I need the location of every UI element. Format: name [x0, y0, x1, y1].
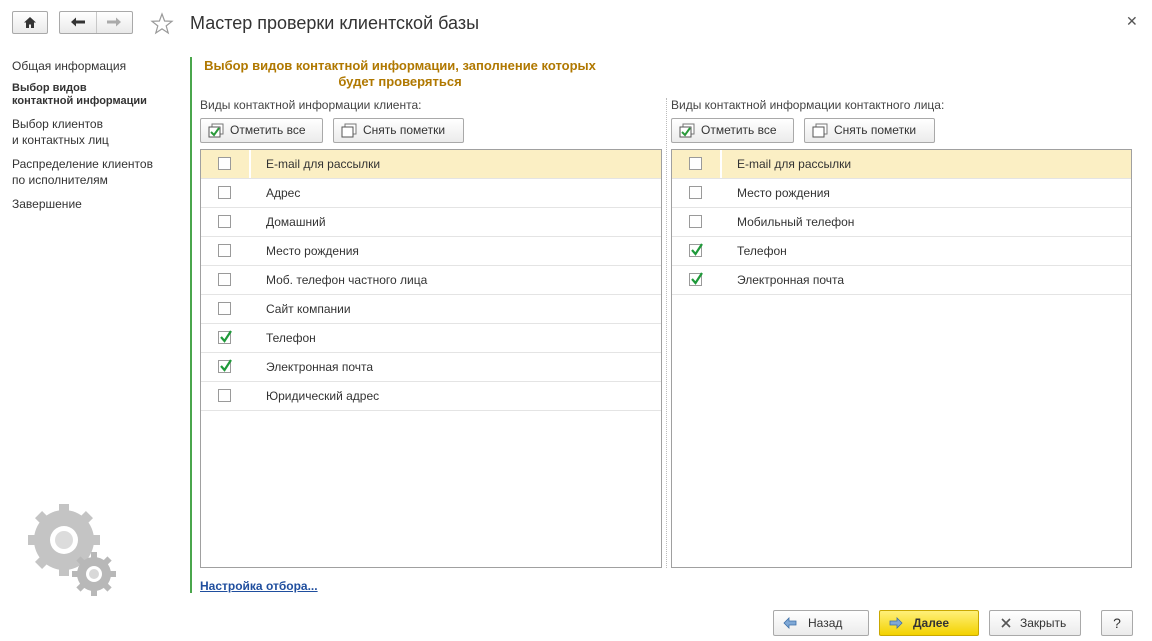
right-uncheck-all-button[interactable]: Снять пометки [804, 118, 935, 143]
arrow-right-icon [889, 617, 903, 629]
checkbox[interactable] [218, 273, 231, 286]
list-item-label: Телефон [266, 331, 316, 345]
checkbox-checked[interactable] [689, 272, 703, 286]
checkbox[interactable] [218, 302, 231, 315]
step-finish[interactable]: Завершение [12, 196, 182, 212]
list-item-label: Моб. телефон частного лица [266, 273, 428, 287]
step-distribution[interactable]: Распределение клиентов по исполнителям [12, 156, 182, 188]
checkbox[interactable] [689, 157, 702, 170]
step-clients-selection[interactable]: Выбор клиентов и контактных лиц [12, 116, 182, 148]
check-all-icon [208, 123, 224, 138]
list-item[interactable]: Адрес [201, 179, 661, 208]
cell-divider [249, 150, 251, 178]
list-item[interactable]: Электронная почта [201, 353, 661, 382]
checkmark-icon [691, 272, 703, 285]
contact-person-types-list: E-mail для рассылки Место рождения Мобильн… [671, 149, 1132, 568]
checkbox[interactable] [218, 186, 231, 199]
list-item[interactable]: Место рождения [201, 237, 661, 266]
list-item-label: Сайт компании [266, 302, 351, 316]
checkbox[interactable] [218, 157, 231, 170]
uncheck-all-icon [341, 123, 357, 138]
list-item[interactable]: Электронная почта [672, 266, 1131, 295]
check-all-icon [679, 123, 695, 138]
next-button[interactable]: Далее [879, 610, 979, 636]
wizard-steps: Общая информация Выбор видов контактной … [12, 58, 182, 220]
back-label: Назад [808, 616, 843, 630]
section-heading: Выбор видов контактной информации, запол… [204, 58, 596, 89]
list-item[interactable]: E-mail для рассылки [672, 150, 1131, 179]
list-item-label: Юридический адрес [266, 389, 380, 403]
list-item-label: E-mail для рассылки [266, 157, 381, 171]
cell-divider [720, 150, 722, 178]
list-item[interactable]: Сайт компании [201, 295, 661, 324]
left-check-all-label: Отметить все [230, 123, 306, 137]
client-contact-types-list: E-mail для рассылки Адрес Домашний Место ро… [200, 149, 662, 568]
arrow-left-icon [71, 17, 85, 27]
list-item-label: E-mail для рассылки [737, 157, 852, 171]
checkbox-checked[interactable] [689, 243, 703, 257]
list-item-label: Электронная почта [737, 273, 845, 287]
home-icon [24, 17, 36, 28]
right-check-all-label: Отметить все [701, 123, 777, 137]
checkbox[interactable] [218, 244, 231, 257]
list-item-label: Место рождения [737, 186, 830, 200]
step-divider [190, 57, 192, 593]
list-item[interactable]: Телефон [201, 324, 661, 353]
checkbox[interactable] [218, 389, 231, 402]
back-forward-group [59, 11, 133, 34]
checkbox-checked[interactable] [218, 359, 232, 373]
checkmark-icon [220, 330, 232, 343]
panel-separator [666, 98, 667, 568]
uncheck-all-icon [812, 123, 828, 138]
close-button[interactable]: Закрыть [989, 610, 1081, 636]
list-item[interactable]: Моб. телефон частного лица [201, 266, 661, 295]
checkmark-icon [691, 243, 703, 256]
step-general-info[interactable]: Общая информация [12, 58, 182, 74]
close-icon [1001, 618, 1011, 628]
checkbox[interactable] [218, 215, 231, 228]
client-contact-types-label: Виды контактной информации клиента: [200, 98, 422, 112]
list-item[interactable]: Домашний [201, 208, 661, 237]
list-item-label: Место рождения [266, 244, 359, 258]
list-item[interactable]: Место рождения [672, 179, 1131, 208]
page-title: Мастер проверки клиентской базы [190, 13, 480, 33]
checkbox-checked[interactable] [218, 330, 232, 344]
list-item[interactable]: Юридический адрес [201, 382, 661, 411]
checkbox[interactable] [689, 186, 702, 199]
star-icon[interactable] [150, 12, 174, 36]
checkmark-icon [220, 359, 232, 372]
list-item-label: Адрес [266, 186, 301, 200]
list-item[interactable]: E-mail для рассылки [201, 150, 661, 179]
list-item-label: Телефон [737, 244, 787, 258]
back-button[interactable] [60, 12, 97, 33]
close-icon[interactable]: ✕ [1126, 13, 1138, 30]
gears-icon [28, 504, 116, 596]
contact-person-types-label: Виды контактной информации контактного л… [671, 98, 945, 112]
close-label: Закрыть [1020, 616, 1067, 630]
home-button[interactable] [12, 11, 48, 34]
back-button-bottom[interactable]: Назад [773, 610, 869, 636]
right-check-all-button[interactable]: Отметить все [671, 118, 794, 143]
left-check-all-button[interactable]: Отметить все [200, 118, 323, 143]
checkbox[interactable] [689, 215, 702, 228]
filter-settings-link[interactable]: Настройка отбора... [200, 579, 318, 593]
forward-button[interactable] [97, 12, 133, 33]
list-item-label: Домашний [266, 215, 326, 229]
list-item-label: Электронная почта [266, 360, 374, 374]
list-item[interactable]: Мобильный телефон [672, 208, 1131, 237]
arrow-right-icon [107, 17, 121, 27]
next-label: Далее [913, 616, 950, 630]
arrow-left-icon [783, 617, 797, 629]
list-item[interactable]: Телефон [672, 237, 1131, 266]
help-button[interactable]: ? [1101, 610, 1133, 636]
step-contact-info-types[interactable]: Выбор видов контактной информации [12, 82, 182, 108]
left-uncheck-all-button[interactable]: Снять пометки [333, 118, 464, 143]
left-uncheck-all-label: Снять пометки [363, 123, 446, 137]
right-uncheck-all-label: Снять пометки [834, 123, 917, 137]
list-item-label: Мобильный телефон [737, 215, 855, 229]
